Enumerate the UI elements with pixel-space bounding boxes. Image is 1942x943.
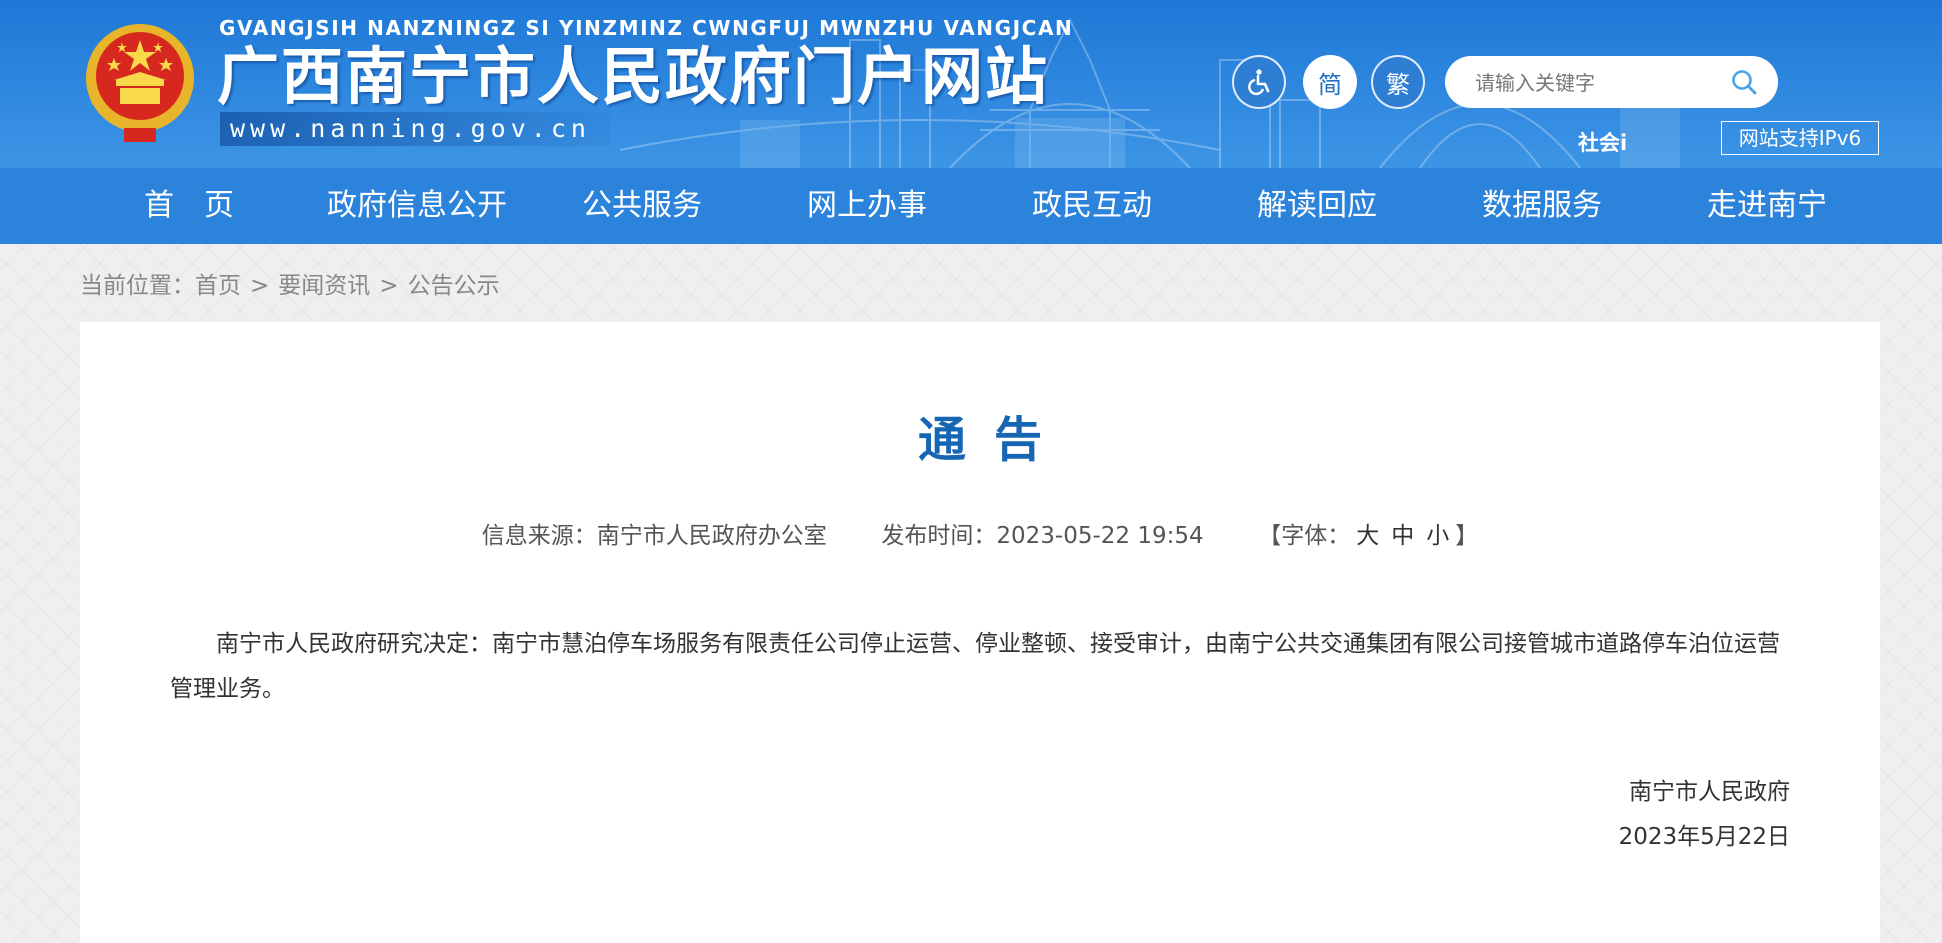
site-title-pinyin: GVANGJSIH NANZNINGZ SI YINZMINZ CWNGFUJ … <box>219 16 1074 40</box>
nav-item-home[interactable]: 首 页 <box>144 168 234 244</box>
article-body: 南宁市人民政府研究决定：南宁市慧泊停车场服务有限责任公司停止运营、停业整顿、接受… <box>170 631 1780 702</box>
font-size-small-button[interactable]: 小 <box>1426 523 1449 549</box>
search-box <box>1445 56 1778 108</box>
breadcrumb-separator: > <box>250 273 270 299</box>
font-size-medium-button[interactable]: 中 <box>1391 523 1414 549</box>
breadcrumb-link-news[interactable]: 要闻资讯 <box>278 273 370 299</box>
site-title[interactable]: 广西南宁市人民政府门户网站 <box>217 42 1049 112</box>
article-panel: 通告 信息来源：南宁市人民政府办公室 发布时间：2023-05-22 19:54… <box>80 322 1880 943</box>
signature-date: 2023年5月22日 <box>1618 824 1790 850</box>
font-size-label-close: 】 <box>1455 523 1479 549</box>
wheelchair-icon <box>1248 69 1270 96</box>
ipv6-badge: 网站支持IPv6 <box>1721 121 1879 155</box>
site-url: www.nanning.gov.cn <box>220 112 610 146</box>
nav-item-interaction[interactable]: 政民互动 <box>1032 168 1152 244</box>
breadcrumb-link-notices[interactable]: 公告公示 <box>408 273 500 299</box>
nav-item-interpretation[interactable]: 解读回应 <box>1257 168 1377 244</box>
font-size-large-button[interactable]: 大 <box>1356 523 1379 549</box>
article-signature: 南宁市人民政府 2023年5月22日 <box>1619 770 1790 860</box>
simplified-chinese-button[interactable]: 简 <box>1303 55 1357 109</box>
search-icon[interactable] <box>1730 68 1758 96</box>
accessibility-button[interactable] <box>1232 55 1286 109</box>
nav-item-public-service[interactable]: 公共服务 <box>582 168 702 244</box>
source-value: 南宁市人民政府办公室 <box>596 523 827 549</box>
signature-org: 南宁市人民政府 <box>1629 779 1790 805</box>
traditional-chinese-button[interactable]: 繁 <box>1371 55 1425 109</box>
nav-item-about-nanning[interactable]: 走进南宁 <box>1707 168 1827 244</box>
date-value: 2023-05-22 19:54 <box>996 523 1204 549</box>
article-meta: 信息来源：南宁市人民政府办公室 发布时间：2023-05-22 19:54 【字… <box>80 516 1880 550</box>
site-header: GVANGJSIH NANZNINGZ SI YINZMINZ CWNGFUJ … <box>0 0 1942 168</box>
nav-item-online-affairs[interactable]: 网上办事 <box>807 168 927 244</box>
source-label: 信息来源： <box>481 523 597 549</box>
main-nav: 首 页 政府信息公开 公共服务 网上办事 政民互动 解读回应 数据服务 走进南宁 <box>0 168 1942 244</box>
breadcrumb: 当前位置：首页 > 要闻资讯 > 公告公示 <box>80 266 500 300</box>
search-input[interactable] <box>1473 66 1727 100</box>
breadcrumb-link-home[interactable]: 首页 <box>195 273 241 299</box>
breadcrumb-prefix: 当前位置： <box>80 273 195 299</box>
national-emblem-icon <box>86 24 194 142</box>
breadcrumb-separator: > <box>379 273 399 299</box>
date-label: 发布时间： <box>881 523 997 549</box>
nav-item-gov-info[interactable]: 政府信息公开 <box>327 168 507 244</box>
scrolling-notice[interactable]: 社会i <box>1578 127 1627 157</box>
font-size-label: 【字体： <box>1258 523 1351 549</box>
article-title: 通告 <box>917 412 1070 468</box>
nav-item-data-service[interactable]: 数据服务 <box>1482 168 1602 244</box>
